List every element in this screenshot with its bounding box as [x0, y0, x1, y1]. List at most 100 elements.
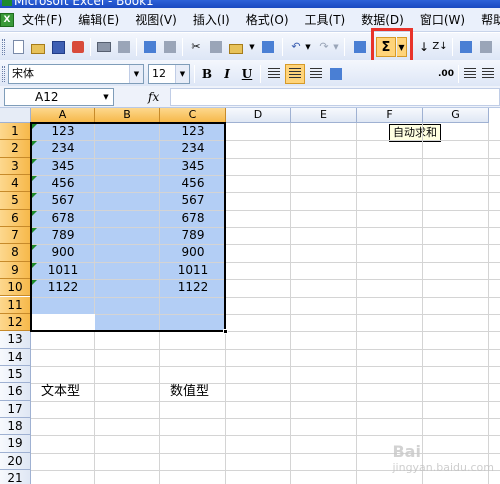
cell-a6[interactable]: 678 [31, 210, 95, 227]
cell-c3[interactable]: 345 [160, 158, 226, 175]
cell-c6[interactable]: 678 [160, 210, 226, 227]
row-header-3[interactable]: 3 [0, 157, 31, 176]
cell-c10[interactable]: 1122 [160, 279, 226, 296]
menu-format[interactable]: 格式(O) [238, 9, 297, 31]
cell-a5[interactable]: 567 [31, 192, 95, 209]
copy-icon[interactable] [208, 39, 224, 55]
toolbar-grip[interactable] [2, 39, 5, 55]
merge-center-icon[interactable] [328, 66, 344, 82]
column-header-a[interactable]: A [31, 108, 95, 123]
menu-window[interactable]: 窗口(W) [412, 9, 473, 31]
column-header-g[interactable]: G [423, 108, 489, 123]
redo-icon[interactable]: ↷ [316, 39, 332, 55]
row-header-10[interactable]: 10 [0, 279, 31, 297]
row-header-20[interactable]: 20 [0, 452, 31, 470]
menu-insert[interactable]: 插入(I) [185, 9, 238, 31]
column-header-b[interactable]: B [95, 108, 160, 123]
cell-a1[interactable]: 123 [31, 123, 95, 140]
cell-a3[interactable]: 345 [31, 158, 95, 175]
bold-button[interactable]: B [198, 65, 216, 83]
format-painter-icon[interactable] [260, 39, 276, 55]
row-header-1[interactable]: 1 [0, 123, 31, 141]
row-header-21[interactable]: 21 [0, 470, 31, 484]
sheet-control-icon[interactable]: X [0, 11, 14, 29]
print-preview-icon[interactable] [116, 39, 132, 55]
hyperlink-icon[interactable] [352, 39, 368, 55]
worksheet-grid[interactable]: A B C D E F G 1 2 3 4 5 6 7 8 9 10 11 12 13 14 15 16 17 18 19 20 21… [0, 108, 500, 484]
row-header-16[interactable]: 16 [0, 383, 31, 401]
row-header-12[interactable]: 12 [0, 313, 31, 332]
row-header-8[interactable]: 8 [0, 244, 31, 262]
cut-icon[interactable]: ✂ [188, 39, 204, 55]
cell-c4[interactable]: 456 [160, 175, 226, 192]
cell-c5[interactable]: 567 [160, 192, 226, 209]
name-box[interactable]: A12 ▼ [4, 88, 114, 106]
menu-data[interactable]: 数据(D) [353, 9, 412, 31]
save-icon[interactable] [50, 39, 66, 55]
chart-wizard-icon[interactable] [458, 39, 474, 55]
align-center-icon[interactable] [289, 68, 301, 79]
row-header-19[interactable]: 19 [0, 435, 31, 453]
active-cell[interactable] [31, 313, 95, 332]
research-icon[interactable] [162, 39, 178, 55]
autosum-button[interactable]: Σ [376, 37, 396, 57]
row-header-11[interactable]: 11 [0, 296, 31, 314]
cell-a10[interactable]: 1122 [31, 279, 95, 296]
cell-a2[interactable]: 234 [31, 140, 95, 157]
cell-a8[interactable]: 900 [31, 244, 95, 261]
cell-c2[interactable]: 234 [160, 140, 226, 157]
cell-a9[interactable]: 1011 [31, 262, 95, 279]
open-icon[interactable] [30, 39, 46, 55]
row-header-18[interactable]: 18 [0, 417, 31, 436]
select-all-button[interactable] [0, 108, 31, 123]
align-left-icon[interactable] [268, 68, 280, 79]
print-icon[interactable] [96, 39, 112, 55]
row-header-7[interactable]: 7 [0, 227, 31, 245]
italic-button[interactable]: I [218, 65, 236, 83]
font-size-combo[interactable]: 12 ▼ [148, 64, 190, 84]
menu-view[interactable]: 视图(V) [127, 9, 185, 31]
row-header-17[interactable]: 17 [0, 400, 31, 418]
cell-a4[interactable]: 456 [31, 175, 95, 192]
drawing-icon[interactable] [478, 39, 494, 55]
undo-dropdown-icon[interactable]: ▼ [304, 39, 312, 55]
insert-function-icon[interactable]: fx [148, 88, 159, 106]
row-header-13[interactable]: 13 [0, 331, 31, 349]
cell-c8[interactable]: 900 [160, 244, 226, 261]
increase-indent-icon[interactable] [482, 68, 494, 79]
underline-button[interactable]: U [238, 65, 256, 83]
menu-edit[interactable]: 编辑(E) [70, 9, 127, 31]
row-header-2[interactable]: 2 [0, 140, 31, 158]
menu-help[interactable]: 帮助(H) [473, 9, 500, 31]
column-header-f[interactable]: F [357, 108, 423, 123]
cell-c1[interactable]: 123 [160, 123, 226, 140]
increase-decimal-icon[interactable]: .00 [438, 66, 454, 82]
chevron-down-icon[interactable]: ▼ [99, 89, 113, 105]
sort-descending-icon[interactable]: Z↓ [432, 39, 448, 55]
cell-a7[interactable]: 789 [31, 227, 95, 244]
font-name-combo[interactable]: 宋体 ▼ [8, 64, 144, 84]
fill-handle[interactable] [223, 329, 228, 335]
align-right-icon[interactable] [310, 68, 322, 79]
autosum-dropdown-icon[interactable]: ▼ [397, 37, 407, 57]
chevron-down-icon[interactable]: ▼ [129, 65, 143, 83]
decrease-indent-icon[interactable] [464, 68, 476, 79]
spelling-icon[interactable] [142, 39, 158, 55]
cell-c16-label[interactable]: 数值型 [170, 383, 209, 400]
redo-dropdown-icon[interactable]: ▼ [332, 39, 340, 55]
sort-ascending-icon[interactable]: ↓ [416, 39, 432, 55]
cell-c9[interactable]: 1011 [160, 262, 226, 279]
row-header-15[interactable]: 15 [0, 365, 31, 384]
toolbar-grip[interactable] [2, 66, 5, 82]
chevron-down-icon[interactable]: ▼ [175, 65, 189, 83]
paste-icon[interactable] [228, 39, 244, 55]
row-header-5[interactable]: 5 [0, 192, 31, 210]
column-header-d[interactable]: D [226, 108, 291, 123]
cell-a16-label[interactable]: 文本型 [41, 383, 80, 400]
row-header-14[interactable]: 14 [0, 348, 31, 366]
permission-icon[interactable] [70, 39, 86, 55]
formula-input[interactable] [170, 88, 500, 106]
paste-dropdown-icon[interactable]: ▼ [248, 39, 256, 55]
cell-c7[interactable]: 789 [160, 227, 226, 244]
menu-tools[interactable]: 工具(T) [297, 9, 354, 31]
